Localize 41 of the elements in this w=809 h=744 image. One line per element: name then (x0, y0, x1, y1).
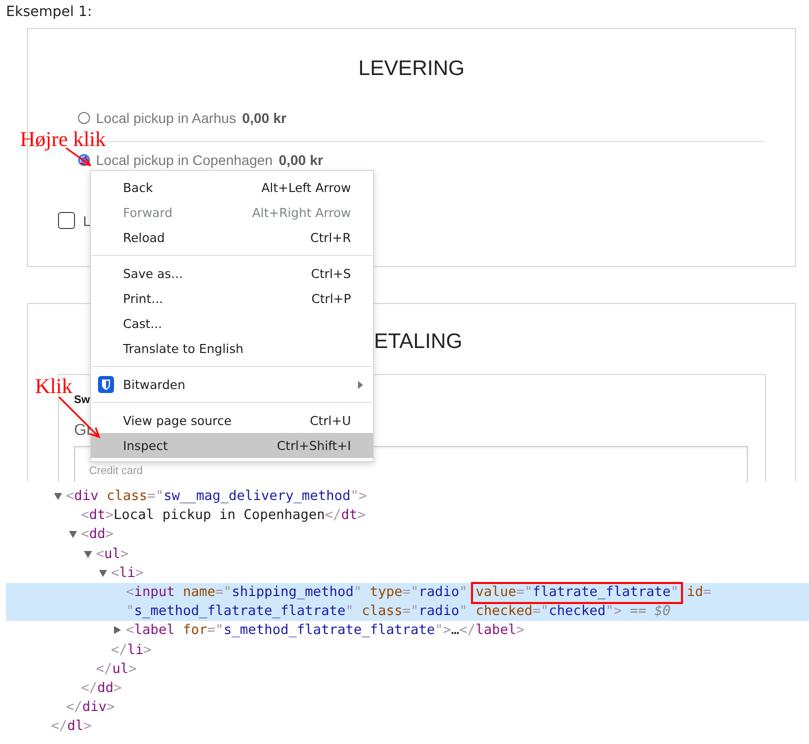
card-title: LEVERING (358, 57, 465, 80)
code-line: <dt>Local pickup in Copenhagen</dt> (81, 506, 366, 526)
code-line: <input name="shipping_method" type="radio" value="flatrate_flatrate" id= "s_method_flatrate_flatrate" class="radio" checked="checked"> == $0 (126, 583, 712, 622)
menu-item[interactable]: Cast... (91, 311, 373, 336)
card-title: ETALING (374, 330, 462, 354)
code-line: </dd> (81, 679, 122, 698)
menu-item[interactable]: Inspect Ctrl+Shift+I (91, 433, 373, 458)
collapsed-arrow-icon[interactable] (114, 626, 121, 634)
shipping-price: 0,00 kr (278, 152, 324, 168)
submenu-arrow-icon (358, 380, 363, 388)
payment-method-title: Sw (74, 395, 90, 406)
menu-item[interactable]: Print... Ctrl+P (91, 286, 373, 311)
checkbox-label: L (83, 212, 91, 228)
checkbox[interactable] (58, 212, 75, 229)
menu-item[interactable]: Bitwarden (91, 372, 373, 397)
expanded-arrow-icon[interactable] (84, 550, 92, 558)
expanded-arrow-icon[interactable] (69, 531, 77, 538)
menu-item[interactable]: Save as... Ctrl+S (91, 261, 373, 286)
code-line: <label for="s_method_flatrate_flatrate">…</label> (126, 621, 524, 640)
menu-item[interactable]: Translate to English (91, 336, 373, 361)
code-line: </li> (111, 640, 152, 660)
shipping-price: 0,00 kr (242, 110, 286, 126)
annotation-arrow (58, 396, 100, 438)
code-line: <dd> (81, 525, 114, 544)
code-line: </ul> (96, 660, 137, 679)
radio-button[interactable] (78, 112, 90, 124)
shipping-option-label: Local pickup in Copenhagen (96, 152, 273, 168)
code-line: <ul> (96, 544, 129, 564)
code-line: </dl> (51, 717, 92, 736)
code-line: </div> (66, 698, 115, 718)
menu-item[interactable]: Back Alt+Left Arrow (91, 175, 373, 200)
shipping-option-label: Local pickup in Aarhus (96, 110, 236, 126)
section-heading: Eksempel 1: (5, 3, 93, 22)
shield-icon (98, 376, 114, 393)
expanded-arrow-icon[interactable] (54, 493, 62, 500)
annotation-text: Klik (35, 376, 72, 397)
annotation-text: Højre klik (20, 129, 106, 150)
code-line: <div class="sw__mag_delivery_method"> (66, 487, 367, 506)
menu-item[interactable]: View page source Ctrl+U (91, 408, 373, 433)
menu-item[interactable]: Reload Ctrl+R (91, 225, 373, 250)
code-line: <li> (111, 564, 144, 583)
